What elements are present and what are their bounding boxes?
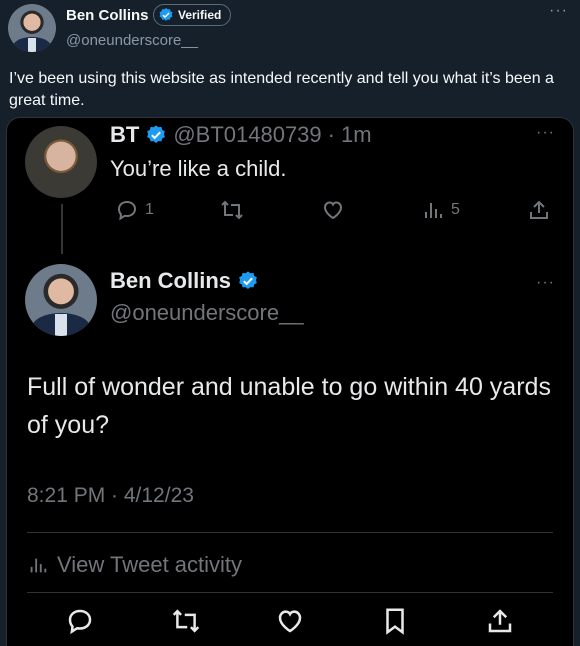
verified-badge-icon <box>237 270 259 292</box>
quoted-author-name: BT <box>110 122 140 147</box>
reply-action: 1 <box>115 198 154 222</box>
reply-count: 1 <box>145 201 154 218</box>
quoted-header: BT @BT01480739 · 1m <box>110 122 372 148</box>
embedded-screenshot: BT @BT01480739 · 1m ··· You’re like a ch… <box>6 117 574 646</box>
tweet-text: I’ve been using this website as intended… <box>9 70 554 109</box>
analytics-icon <box>27 554 49 576</box>
main-author-name: Ben Collins <box>110 268 232 293</box>
divider <box>27 532 553 533</box>
outer-tweet-header: Ben Collins Verified @oneunderscore__ ··… <box>0 0 580 60</box>
share-icon <box>485 606 515 636</box>
retweet-action <box>219 198 245 222</box>
share-icon <box>527 198 551 222</box>
divider <box>27 592 553 593</box>
main-actions <box>7 606 573 646</box>
verified-label: Verified <box>178 8 222 22</box>
main-author-handle: @oneunderscore__ <box>110 300 304 325</box>
tweet-activity: View Tweet activity <box>27 552 242 578</box>
avatar[interactable] <box>8 4 56 52</box>
bookmark-icon <box>380 606 410 636</box>
main-author: Ben Collins <box>110 268 259 294</box>
views-action: 5 <box>421 198 460 222</box>
views-count: 5 <box>451 201 460 218</box>
more-icon[interactable]: ··· <box>549 2 568 20</box>
more-icon: ··· <box>536 274 555 291</box>
separator: · <box>327 122 335 147</box>
reply-icon <box>115 198 139 222</box>
main-tweet-text: Full of wonder and unable to go within 4… <box>27 373 551 439</box>
retweet-icon <box>219 198 245 222</box>
analytics-icon <box>421 198 445 222</box>
quoted-text: You’re like a child. <box>110 156 287 181</box>
verified-badge-icon <box>145 124 167 146</box>
verified-button[interactable]: Verified <box>153 4 231 26</box>
quoted-time: 1m <box>340 122 372 147</box>
quoted-actions: 1 5 <box>107 198 557 228</box>
heart-icon <box>275 606 305 636</box>
quoted-avatar <box>25 126 97 198</box>
reply-icon <box>65 606 95 636</box>
retweet-icon <box>170 606 202 636</box>
quoted-author-handle: @BT01480739 <box>173 122 322 147</box>
activity-label: View Tweet activity <box>57 552 243 577</box>
main-avatar <box>25 264 97 336</box>
like-action <box>321 198 345 222</box>
thread-line <box>61 204 63 254</box>
more-icon: ··· <box>536 124 555 141</box>
verified-badge-icon <box>158 7 174 23</box>
author-name[interactable]: Ben Collins <box>66 7 149 24</box>
tweet-timestamp: 8:21 PM · 4/12/23 <box>27 484 194 507</box>
heart-icon <box>321 198 345 222</box>
share-action <box>527 198 551 222</box>
author-handle[interactable]: @oneunderscore__ <box>66 32 198 49</box>
